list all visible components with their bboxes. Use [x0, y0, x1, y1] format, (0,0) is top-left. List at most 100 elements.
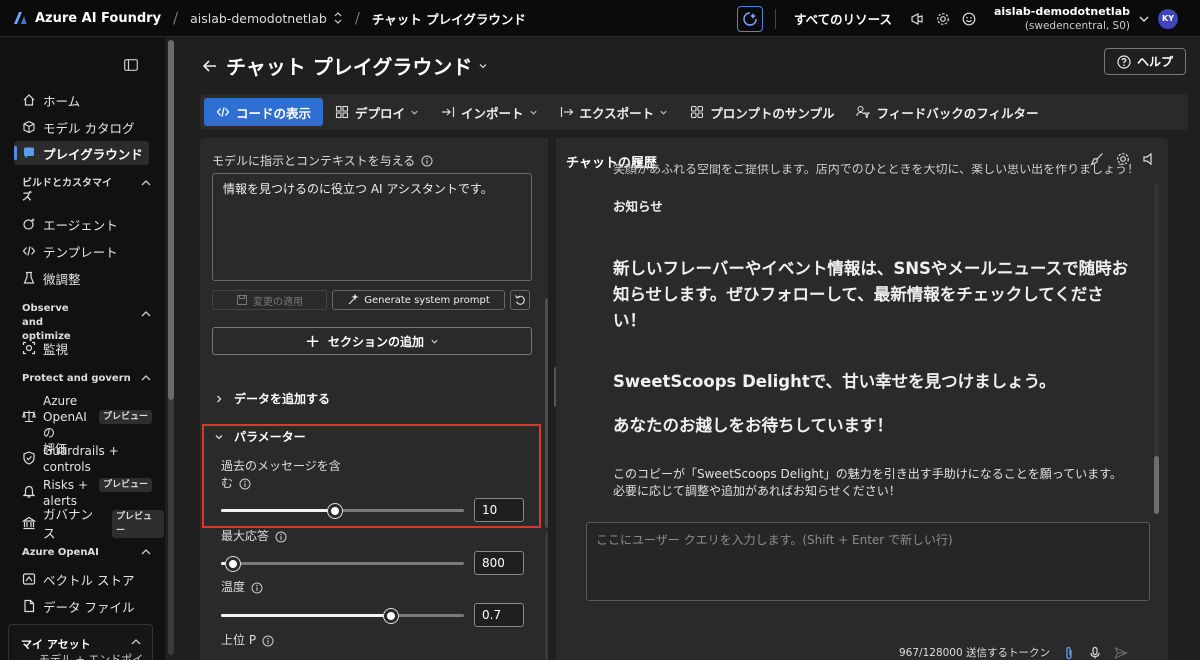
slider-thumb[interactable]	[226, 557, 240, 571]
chevron-down-icon	[411, 110, 418, 115]
sidebar-item-finetune[interactable]: 微調整	[14, 266, 149, 290]
chevron-down-icon[interactable]	[1138, 13, 1150, 25]
reset-button[interactable]	[510, 290, 530, 310]
preview-badge: プレビュー	[99, 410, 153, 424]
prompt-samples-button[interactable]: プロンプトのサンプル	[680, 98, 844, 126]
sidebar-item-model-catalog[interactable]: モデル カタログ	[14, 115, 149, 139]
back-arrow-icon[interactable]	[202, 58, 218, 74]
account-info[interactable]: aislab-demodotnetlab (swedencentral, S0)	[994, 5, 1130, 33]
copilot-button[interactable]	[736, 5, 763, 32]
sidebar-scrollbar-thumb[interactable]	[168, 40, 174, 400]
generate-system-prompt-button[interactable]: Generate system prompt	[332, 290, 505, 310]
sidebar-section-build[interactable]: ビルドとカスタマイズ	[22, 177, 152, 205]
my-assets-section[interactable]: マイ アセット モデル + エンドポイ	[8, 624, 153, 660]
info-icon[interactable]	[251, 582, 263, 594]
gear-icon[interactable]	[936, 12, 950, 26]
add-section-button[interactable]: + セクションの追加	[212, 327, 532, 355]
attach-icon[interactable]	[1062, 646, 1076, 660]
main-content: チャット プレイグラウンド ヘルプ コードの表示 デプロイ インポート エクスポ…	[180, 37, 1200, 660]
code-icon	[216, 105, 230, 119]
sidebar-item-governance[interactable]: ガバナンス プレビュー	[14, 507, 164, 541]
chevron-up-icon	[141, 311, 151, 317]
past-messages-slider[interactable]	[221, 504, 464, 518]
sidebar-item-agents[interactable]: エージェント	[14, 212, 149, 236]
chevron-updown-icon	[334, 12, 342, 24]
apps-icon	[690, 105, 704, 119]
info-icon[interactable]	[262, 635, 274, 647]
feedback-filter-icon	[856, 105, 871, 119]
microphone-icon[interactable]	[1088, 646, 1102, 660]
temperature-input[interactable]: 0.7	[474, 603, 524, 627]
message-text: 笑顔があふれる空間をご提供します。店内でのひとときを大切に、楽しい思い出を作りま…	[613, 164, 1133, 176]
speaker-icon[interactable]	[1142, 152, 1156, 166]
chat-scrollbar-thumb[interactable]	[1154, 456, 1159, 514]
message-heading: お知らせ	[613, 199, 663, 214]
chevron-down-icon	[431, 339, 438, 344]
sidebar-item-home[interactable]: ホーム	[14, 88, 149, 112]
chevron-down-icon[interactable]	[478, 61, 488, 71]
plus-icon: +	[304, 330, 321, 352]
system-message-input[interactable]: 情報を見つけるのに役立つ AI アシスタントです。	[212, 173, 532, 281]
max-response-label: 最大応答	[221, 529, 270, 543]
send-icon[interactable]	[1114, 646, 1128, 660]
parameters-accordion[interactable]: パラメーター	[214, 428, 306, 445]
info-icon[interactable]	[421, 155, 433, 167]
copilot-icon	[743, 11, 757, 26]
max-response-slider[interactable]	[221, 557, 464, 571]
toolbar: コードの表示 デプロイ インポート エクスポート プロンプトのサンプル フィード…	[200, 94, 1188, 130]
temperature-slider[interactable]	[221, 609, 464, 623]
info-icon[interactable]	[275, 531, 287, 543]
message-paragraph: 新しいフレーバーやイベント情報は、SNSやメールニュースで随時お知らせします。ぜ…	[613, 259, 1129, 330]
brand[interactable]: Azure AI Foundry	[12, 10, 161, 26]
deploy-button[interactable]: デプロイ	[325, 98, 429, 126]
temperature-label: 温度	[221, 580, 246, 594]
breadcrumb-project[interactable]: aislab-demodotnetlab	[190, 11, 343, 26]
add-data-accordion[interactable]: データを追加する	[214, 390, 330, 407]
sidebar-item-monitor[interactable]: 監視	[14, 336, 149, 360]
sidebar-item-playground[interactable]: プレイグラウンド	[14, 141, 149, 165]
feedback-filter-button[interactable]: フィードバックのフィルター	[846, 98, 1048, 126]
message-paragraph: SweetScoops Delightで、甘い幸せを見つけましょう。	[613, 372, 1056, 391]
export-button[interactable]: エクスポート	[550, 98, 679, 126]
chevron-down-icon	[529, 110, 537, 115]
reset-icon	[515, 295, 525, 305]
message-paragraph: あなたのお越しをお待ちしています！	[613, 416, 894, 435]
megaphone-icon[interactable]	[910, 12, 924, 26]
page-title: チャット プレイグラウンド	[226, 55, 473, 79]
max-response-input[interactable]: 800	[474, 551, 524, 575]
slider-thumb[interactable]	[328, 504, 342, 518]
help-button[interactable]: ヘルプ	[1104, 48, 1186, 75]
chat-bubble-icon	[22, 146, 36, 160]
alert-icon	[22, 485, 36, 499]
sidebar-section-azure-openai[interactable]: Azure OpenAI	[22, 546, 152, 560]
sidebar-item-templates[interactable]: テンプレート	[14, 239, 149, 263]
slider-thumb[interactable]	[384, 609, 398, 623]
chevron-up-icon	[131, 639, 141, 645]
cube-icon	[22, 120, 36, 134]
user-query-input[interactable]: ここにユーザー クエリを入力します。(Shift + Enter で新しい行)	[586, 522, 1150, 601]
smiley-icon[interactable]	[962, 12, 976, 26]
chevron-right-icon	[217, 395, 222, 402]
sidebar-item-vector-store[interactable]: ベクトル ストア	[14, 567, 149, 591]
export-icon	[560, 105, 574, 119]
foundry-logo-icon	[14, 12, 27, 24]
past-messages-input[interactable]: 10	[474, 498, 524, 522]
avatar[interactable]: KY	[1158, 8, 1178, 29]
info-icon[interactable]	[239, 478, 251, 490]
chevron-up-icon	[141, 180, 151, 186]
import-button[interactable]: インポート	[431, 98, 548, 126]
sidebar-section-protect[interactable]: Protect and govern	[22, 372, 152, 386]
all-resources-link[interactable]: すべてのリソース	[794, 9, 892, 28]
apply-changes-button[interactable]: 変更の適用	[212, 290, 327, 310]
view-code-button[interactable]: コードの表示	[204, 98, 324, 126]
breadcrumb-page[interactable]: チャット プレイグラウンド	[372, 9, 526, 28]
setup-scrollbar-thumb[interactable]	[545, 298, 548, 528]
brand-name: Azure AI Foundry	[35, 10, 162, 26]
chevron-up-icon	[141, 375, 151, 381]
agent-icon	[22, 217, 36, 231]
collapse-sidebar-icon[interactable]	[124, 59, 138, 71]
sidebar-item-data-files[interactable]: データ ファイル	[14, 594, 149, 618]
vector-store-icon	[22, 572, 36, 586]
sidebar-item-guardrails[interactable]: Guardrails + controls	[14, 443, 154, 475]
import-icon	[441, 105, 455, 119]
